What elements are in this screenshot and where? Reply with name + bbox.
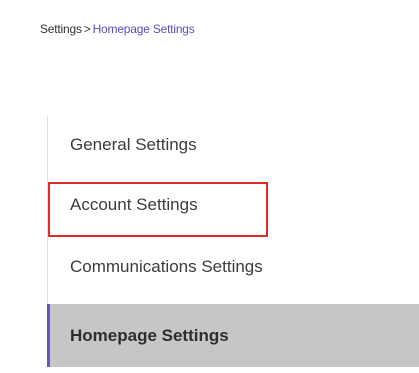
nav-item-homepage-settings[interactable]: Homepage Settings	[47, 304, 419, 367]
nav-item-label: Communications Settings	[70, 257, 263, 276]
nav-item-account-settings[interactable]: Account Settings	[48, 186, 419, 224]
settings-page: Settings > Homepage Settings General Setti…	[0, 0, 419, 373]
nav-item-label: Homepage Settings	[70, 325, 229, 345]
breadcrumb: Settings > Homepage Settings	[40, 22, 195, 36]
nav-item-label: Account Settings	[70, 195, 198, 214]
breadcrumb-parent-link[interactable]: Settings	[40, 22, 82, 36]
settings-nav: General Settings Account Settings Commun…	[47, 116, 419, 367]
nav-item-label: General Settings	[70, 135, 197, 154]
breadcrumb-current: Homepage Settings	[92, 22, 195, 36]
nav-item-general-settings[interactable]: General Settings	[48, 126, 419, 164]
nav-item-communications-settings[interactable]: Communications Settings	[48, 248, 419, 286]
breadcrumb-separator: >	[83, 22, 91, 36]
